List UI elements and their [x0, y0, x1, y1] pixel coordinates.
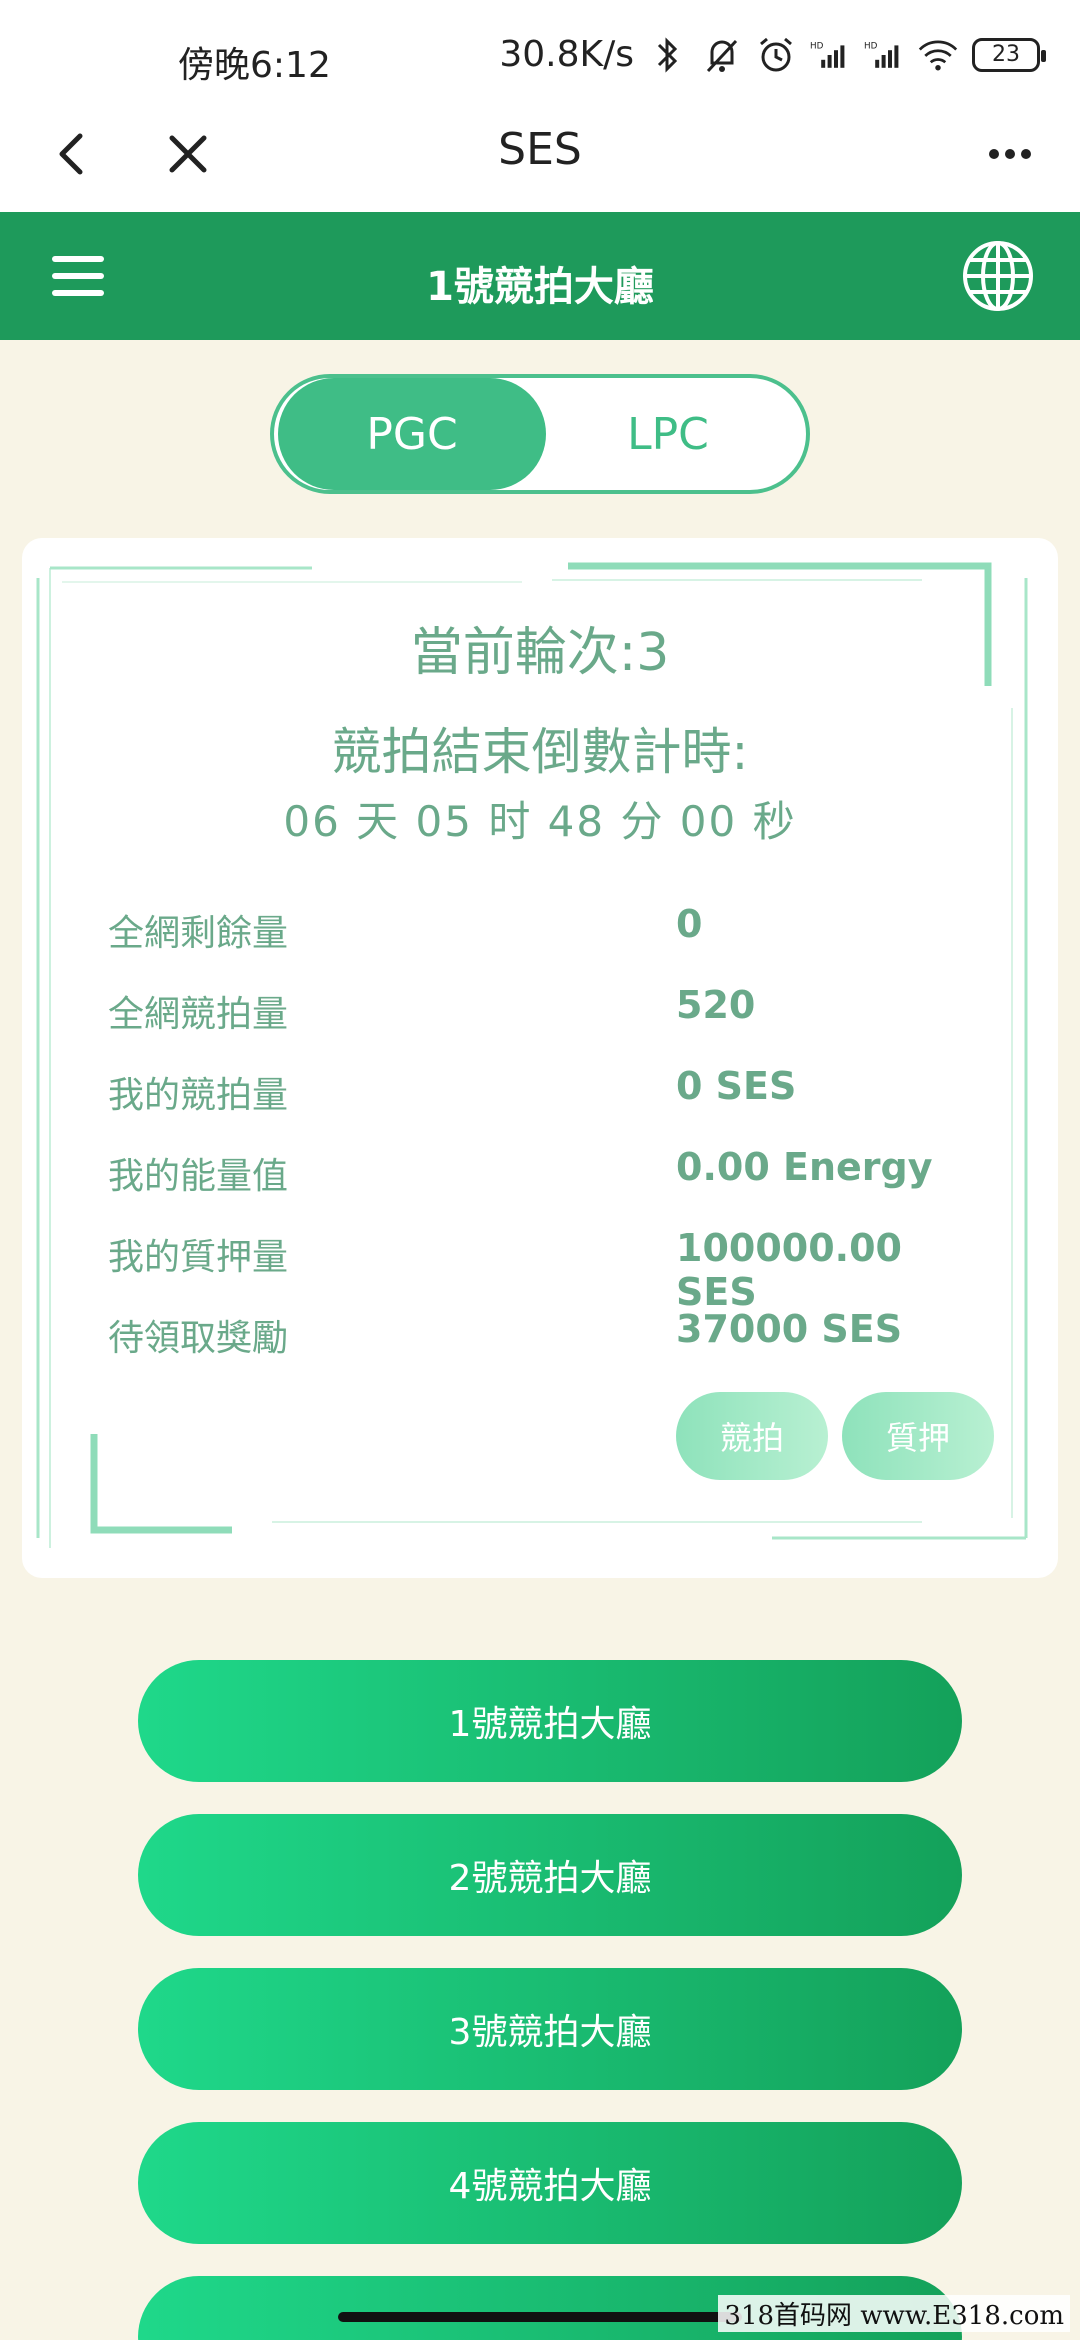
wifi-icon: [918, 35, 958, 75]
stat-row: 待領取獎勵 37000 SES: [108, 1299, 988, 1380]
mute-bell-icon: [702, 35, 742, 75]
svg-text:HD: HD: [810, 41, 824, 51]
pledge-button[interactable]: 質押: [842, 1392, 994, 1480]
status-icons: 30.8K/s HD HD 23: [499, 34, 1046, 75]
browser-title: SES: [498, 124, 582, 175]
signal-hd-icon: HD: [864, 35, 904, 75]
stat-label: 我的能量值: [108, 1156, 289, 1197]
tab-lpc[interactable]: LPC: [534, 378, 802, 490]
app-header: 1號競拍大廳: [0, 212, 1080, 340]
browser-nav-bar: SES: [0, 100, 1080, 212]
bluetooth-icon: [648, 35, 688, 75]
stat-value: 37000 SES: [676, 1307, 903, 1351]
stat-row: 我的質押量 100000.00 SES: [108, 1218, 988, 1314]
token-toggle: PGC LPC: [270, 374, 810, 494]
tab-pgc[interactable]: PGC: [278, 378, 546, 490]
stat-value: 0: [676, 902, 703, 946]
battery-icon: 23: [972, 37, 1046, 72]
stat-label: 我的質押量: [108, 1237, 289, 1278]
watermark: 318首码网 www.E318.com: [718, 2295, 1070, 2332]
bid-button[interactable]: 競拍: [676, 1392, 828, 1480]
network-speed: 30.8K/s: [499, 34, 634, 75]
svg-text:HD: HD: [864, 41, 878, 51]
countdown-timer: 06 天 05 时 48 分 00 秒: [283, 797, 797, 846]
auction-info-card: 當前輪次:3 競拍結束倒數計時: 06 天 05 时 48 分 00 秒 全網剩…: [22, 538, 1058, 1578]
stat-label: 待領取獎勵: [108, 1318, 289, 1359]
page-title: 1號競拍大廳: [426, 264, 654, 310]
stat-value: 0.00 Energy: [676, 1145, 933, 1189]
stat-row: 全網剩餘量 0: [108, 894, 988, 975]
hall-button-4[interactable]: 4號競拍大廳: [138, 2122, 962, 2244]
round-label: 當前輪次:3: [410, 623, 670, 683]
countdown-label: 競拍結束倒數計時:: [331, 723, 749, 781]
stat-label: 全網剩餘量: [108, 913, 289, 954]
stat-row: 全網競拍量 520: [108, 975, 988, 1056]
stat-row: 我的能量值 0.00 Energy: [108, 1137, 988, 1218]
globe-icon[interactable]: [960, 238, 1036, 314]
hall-button-1[interactable]: 1號競拍大廳: [138, 1660, 962, 1782]
stat-row: 我的競拍量 0 SES: [108, 1056, 988, 1137]
more-dots-icon[interactable]: [980, 124, 1040, 184]
stat-label: 我的競拍量: [108, 1075, 289, 1116]
alarm-icon: [756, 35, 796, 75]
stat-value: 0 SES: [676, 1064, 797, 1108]
stat-label: 全網競拍量: [108, 994, 289, 1035]
status-time: 傍晚6:12: [178, 45, 331, 86]
stats-list: 全網剩餘量 0 全網競拍量 520 我的競拍量 0 SES 我的能量值 0.00…: [108, 894, 988, 1380]
hall-button-2[interactable]: 2號競拍大廳: [138, 1814, 962, 1936]
signal-hd-icon: HD: [810, 35, 850, 75]
stat-value: 520: [676, 983, 756, 1027]
hall-button-3[interactable]: 3號競拍大廳: [138, 1968, 962, 2090]
home-indicator[interactable]: [338, 2312, 742, 2322]
